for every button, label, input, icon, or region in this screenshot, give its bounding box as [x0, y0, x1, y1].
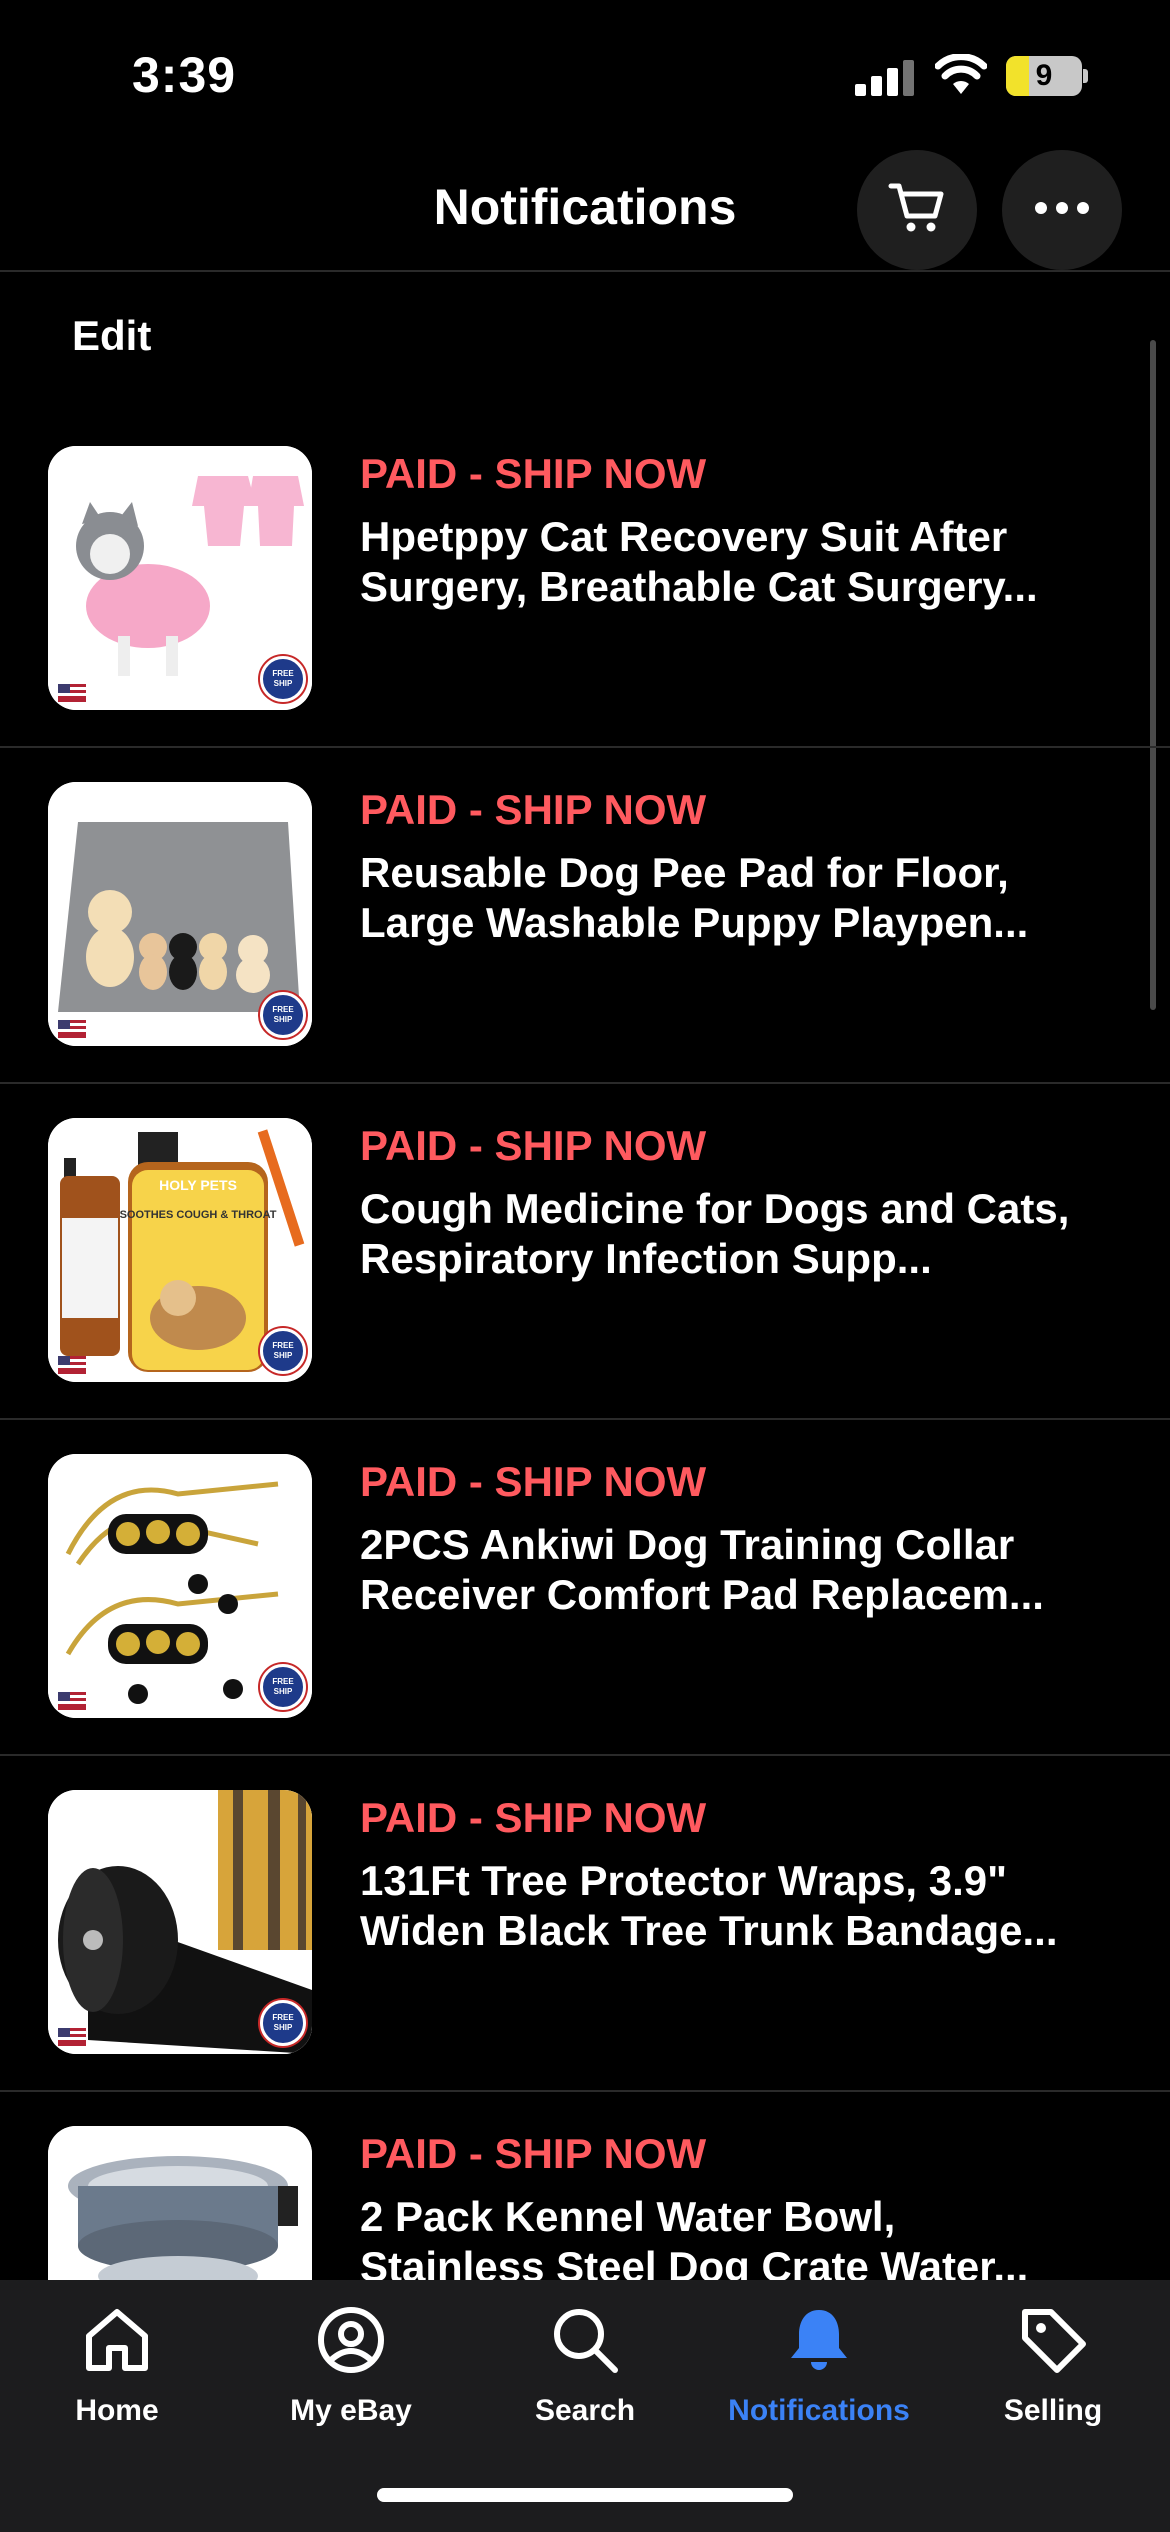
order-status: PAID - SHIP NOW	[360, 1458, 707, 1505]
product-thumbnail: FREE SHIP	[48, 1454, 312, 1718]
item-title: 2 Pack Kennel Water Bowl, Stainless Stee…	[360, 2193, 1029, 2280]
wifi-icon	[934, 53, 988, 96]
user-circle-icon	[311, 2300, 391, 2380]
tab-label: Search	[534, 2394, 636, 2427]
list-item[interactable]: PAID - SHIP NOW 2 Pack Kennel Water Bowl…	[0, 2092, 1170, 2280]
list-item[interactable]: FREE SHIP PAID - SHIP NOW Reusable Dog Pe…	[0, 748, 1170, 1084]
item-title: 2PCS Ankiwi Dog Training Collar Receiver…	[360, 1521, 1044, 1618]
order-status: PAID - SHIP NOW	[360, 786, 707, 833]
tag-icon	[1013, 2300, 1093, 2380]
tab-my-ebay[interactable]: My eBay	[234, 2300, 468, 2450]
order-status: PAID - SHIP NOW	[360, 1794, 707, 1841]
product-thumbnail: FREE SHIP	[48, 1790, 312, 2054]
tab-search[interactable]: Search	[468, 2300, 702, 2450]
status-bar: 3:39 9	[0, 0, 1170, 150]
home-icon	[77, 2300, 157, 2380]
list-item[interactable]: FREE SHIP PAID - SHIP NOW 2PCS Ankiwi Dog…	[0, 1420, 1170, 1756]
edit-button[interactable]: Edit	[72, 312, 151, 360]
more-horizontal-icon	[1034, 201, 1090, 220]
battery-level: 9	[1035, 59, 1053, 92]
page-title: Notifications	[433, 179, 737, 235]
free-shipping-badge: FREE SHIP	[260, 2000, 306, 2046]
item-title: Hpetppy Cat Recovery Suit After Surgery,…	[360, 513, 1038, 610]
home-indicator[interactable]	[377, 2488, 793, 2502]
list-item[interactable]: FREE SHIP PAID - SHIP NOW Hpetppy Cat Rec…	[0, 412, 1170, 748]
product-thumbnail: HOLY PETS SOOTHES COUGH & THROAT FREE SHI…	[48, 1118, 312, 1382]
product-thumbnail	[48, 2126, 312, 2280]
list-item[interactable]: HOLY PETS SOOTHES COUGH & THROAT FREE SHI…	[0, 1084, 1170, 1420]
order-status: PAID - SHIP NOW	[360, 2130, 707, 2177]
tab-label: Notifications	[728, 2394, 910, 2427]
order-status: PAID - SHIP NOW	[360, 1122, 707, 1169]
free-shipping-badge: FREE SHIP	[260, 656, 306, 702]
header: Notifications	[0, 150, 1170, 272]
item-title: Reusable Dog Pee Pad for Floor, Large Wa…	[360, 849, 1029, 946]
thumb-brand-text: HOLY PETS	[159, 1177, 237, 1193]
status-time: 3:39	[132, 47, 237, 103]
battery-icon: 9	[1006, 56, 1088, 96]
tab-label: Selling	[1003, 2394, 1103, 2427]
cart-icon	[887, 180, 947, 241]
bell-icon	[779, 2300, 859, 2380]
list-item[interactable]: FREE SHIP PAID - SHIP NOW 131Ft Tree Prot…	[0, 1756, 1170, 2092]
order-status: PAID - SHIP NOW	[360, 450, 707, 497]
item-title: 131Ft Tree Protector Wraps, 3.9" Widen B…	[360, 1857, 1058, 1954]
tab-label: Home	[75, 2394, 159, 2427]
more-button[interactable]	[1002, 150, 1122, 270]
search-icon	[545, 2300, 625, 2380]
free-shipping-badge: FREE SHIP	[260, 992, 306, 1038]
tab-label: My eBay	[290, 2394, 412, 2427]
tab-home[interactable]: Home	[0, 2300, 234, 2450]
product-thumbnail: FREE SHIP	[48, 446, 312, 710]
tab-notifications[interactable]: Notifications	[702, 2300, 936, 2450]
tab-selling[interactable]: Selling	[936, 2300, 1170, 2450]
thumb-product-text: SOOTHES COUGH & THROAT	[120, 1209, 277, 1221]
cart-button[interactable]	[857, 150, 977, 270]
signal-icon	[855, 60, 915, 96]
item-title: Cough Medicine for Dogs and Cats, Respir…	[360, 1185, 1070, 1282]
free-shipping-badge: FREE SHIP	[260, 1664, 306, 1710]
free-shipping-badge: FREE SHIP	[260, 1328, 306, 1374]
notification-list: FREE SHIP PAID - SHIP NOW Hpetppy Cat Rec…	[0, 412, 1170, 2280]
product-thumbnail: FREE SHIP	[48, 782, 312, 1046]
